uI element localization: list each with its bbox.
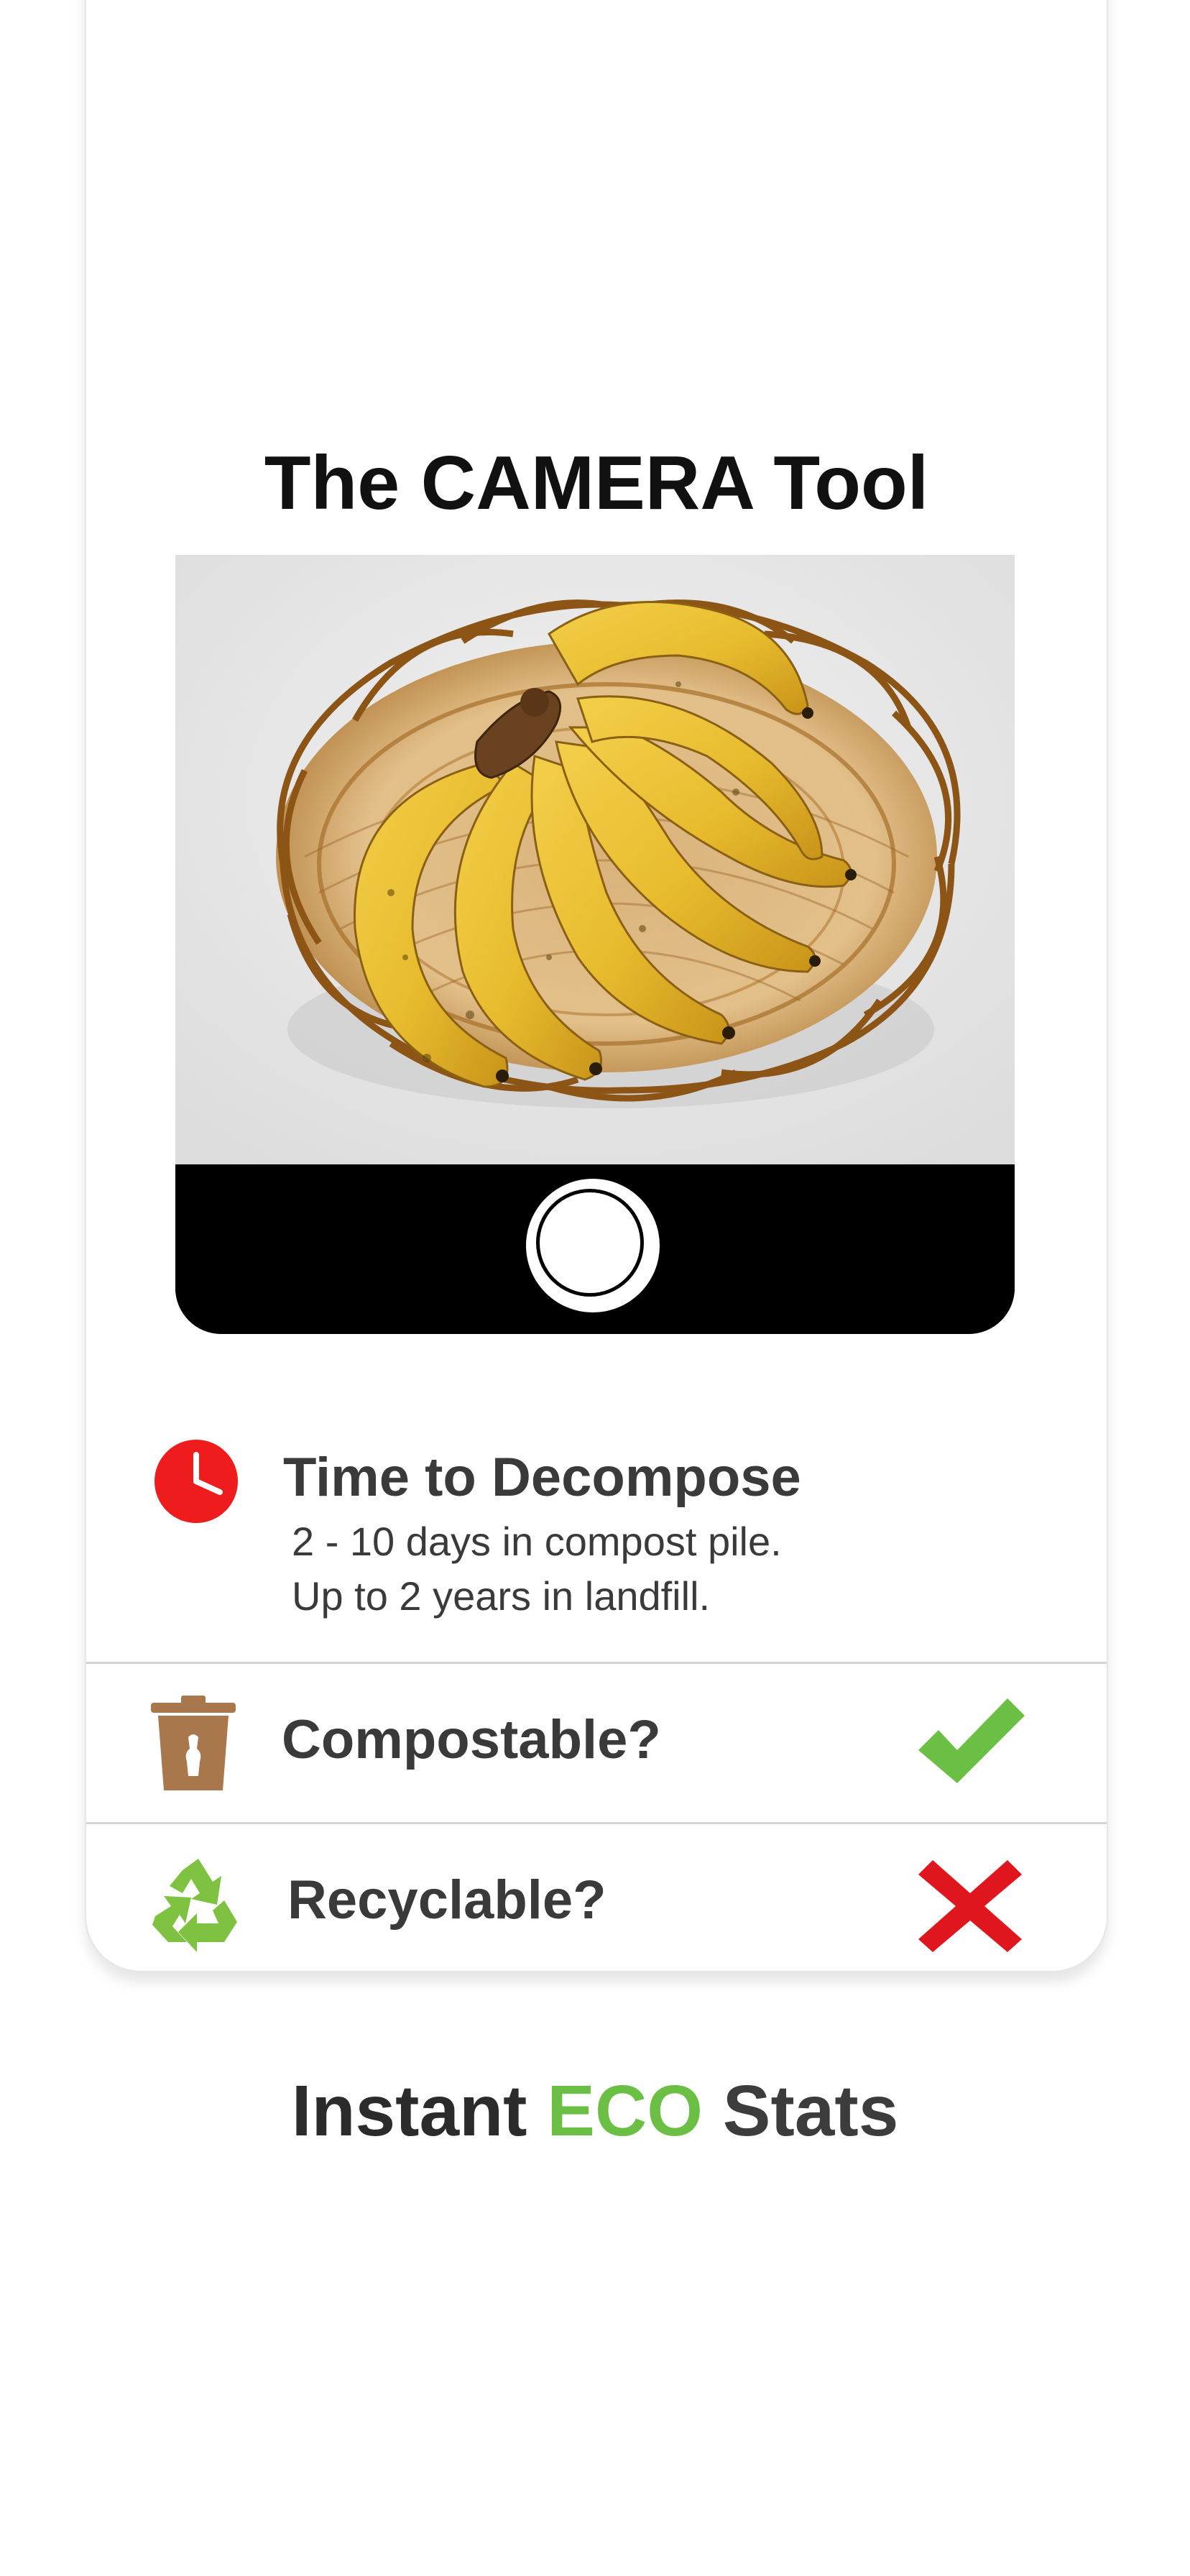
recyclable-row[interactable]: Recyclable? [86,1824,1107,1971]
decompose-section: Time to Decompose 2 - 10 days in compost… [86,1439,1107,1662]
checkmark-icon [918,1698,1025,1783]
x-mark-icon [918,1860,1022,1952]
recycle-icon [152,1859,237,1952]
decompose-landfill-text: Up to 2 years in landfill. [292,1573,711,1619]
shutter-button[interactable] [526,1179,660,1312]
camera-preview-image [175,555,1015,1164]
decompose-heading: Time to Decompose [283,1447,801,1508]
page-title: The CAMERA Tool [264,441,929,525]
compostable-row[interactable]: Compostable? [86,1664,1107,1822]
tagline-stats: Stats [722,2071,899,2151]
tagline-instant: Instant [291,2071,527,2151]
camera-control-bar [175,1164,1015,1334]
tagline-eco: ECO [547,2071,703,2151]
decompose-compost-text: 2 - 10 days in compost pile. [292,1519,782,1564]
camera-viewfinder[interactable] [175,555,1015,1334]
tagline: Instant ECO Stats [0,2070,1190,2153]
recyclable-label: Recyclable? [287,1869,606,1931]
compostable-label: Compostable? [282,1709,661,1770]
banana-basket-image [175,555,1015,1164]
compost-bin-icon [151,1696,236,1790]
clock-icon [154,1440,238,1523]
app-stage: The CAMERA Tool Time to Decompose 2 - 10… [0,0,1190,2576]
phone-screen: The CAMERA Tool Time to Decompose 2 - 10… [85,0,1108,1972]
